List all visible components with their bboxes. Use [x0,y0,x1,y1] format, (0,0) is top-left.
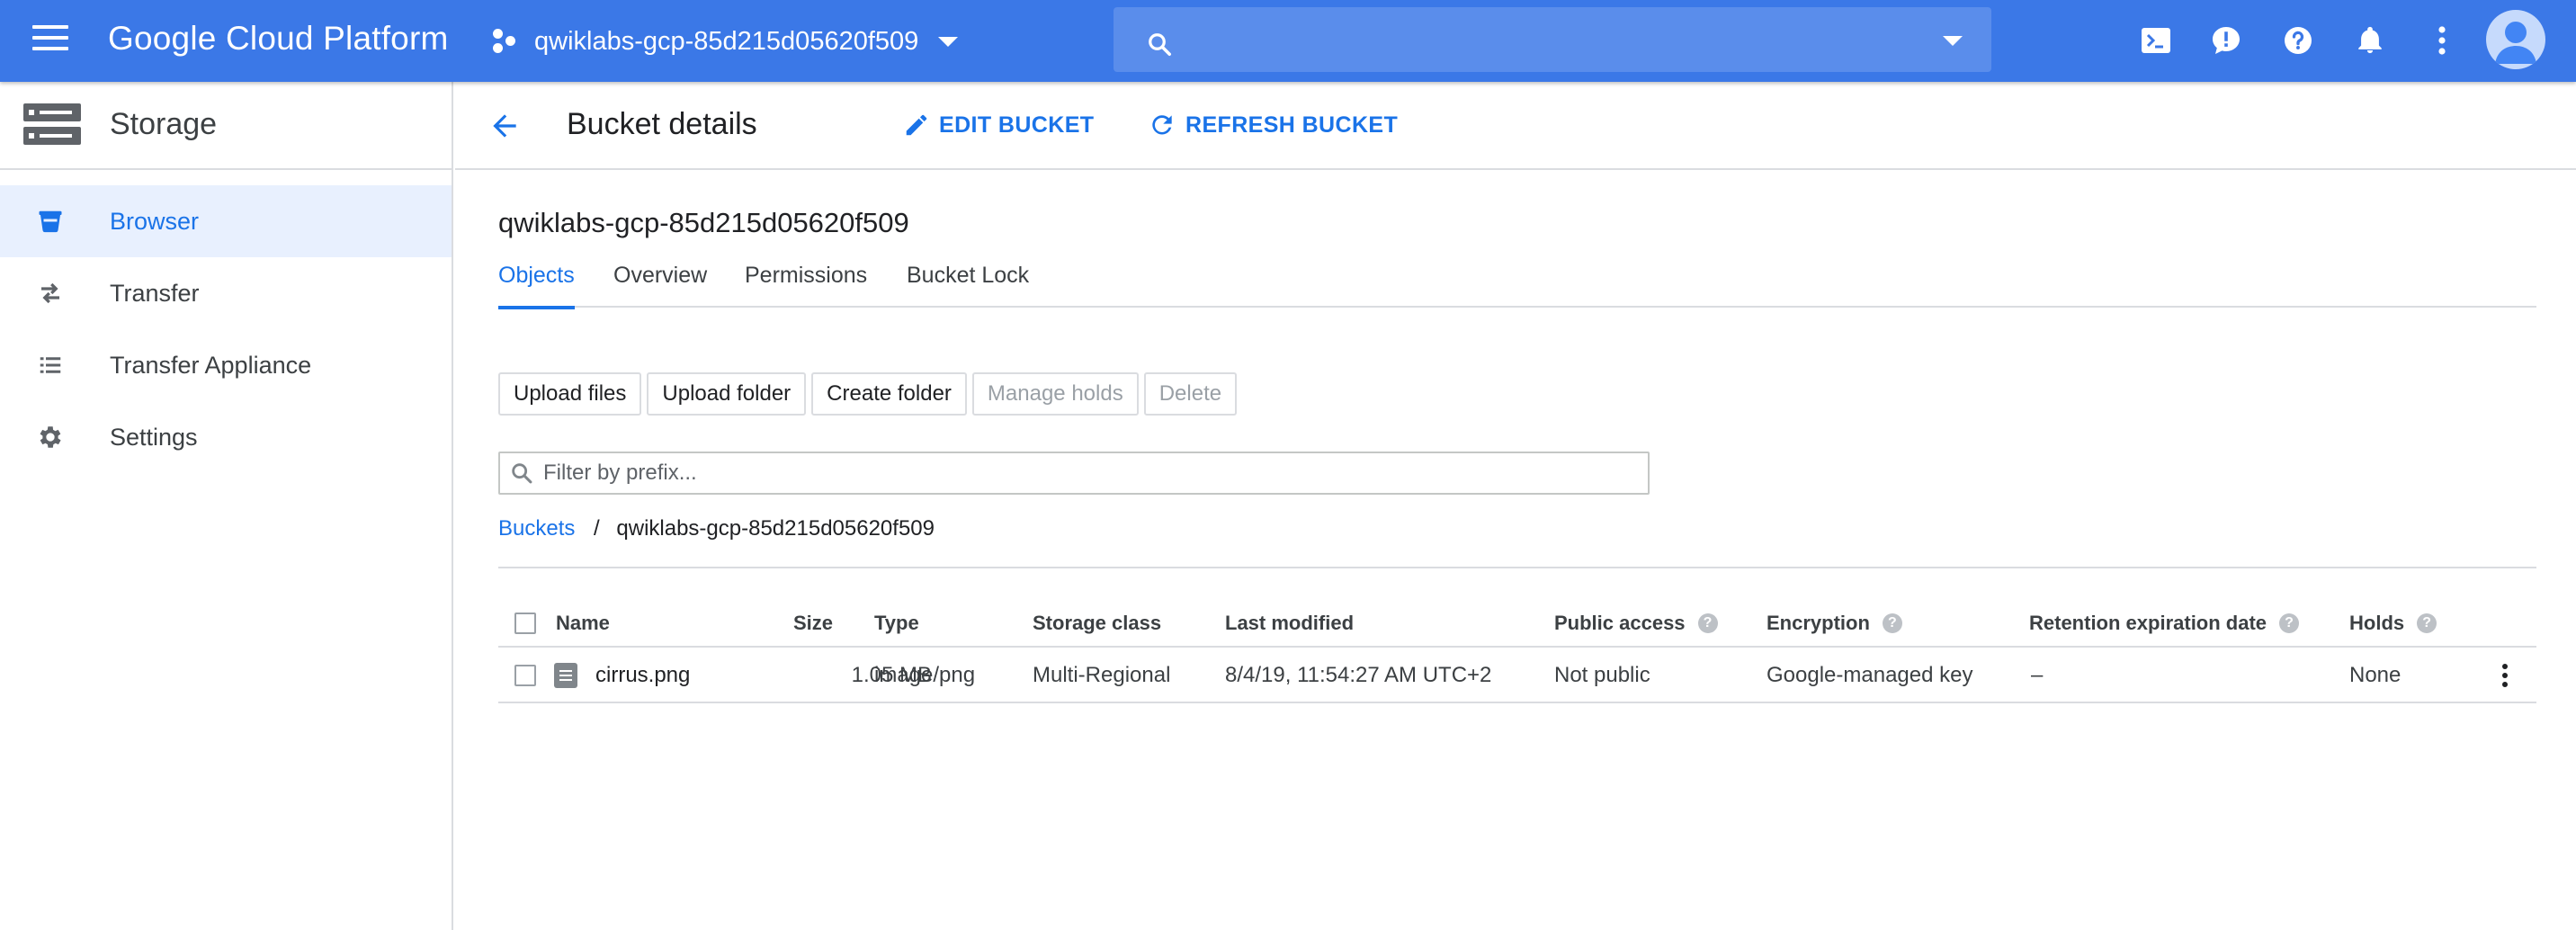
sidebar-item-label: Browser [110,207,200,235]
refresh-bucket-label: REFRESH BUCKET [1185,112,1399,138]
project-icon [493,28,520,55]
bucket-icon [0,208,110,235]
object-public-access: Not public [1554,663,1650,687]
col-encryption: Encryption ? [1767,601,1902,646]
help-icon[interactable]: ? [1882,613,1902,633]
project-selector[interactable]: qwiklabs-gcp-85d215d05620f509 [493,18,959,65]
create-folder-button[interactable]: Create folder [811,372,967,416]
refresh-bucket-button[interactable]: REFRESH BUCKET [1148,105,1398,145]
gear-icon [0,423,110,452]
refresh-icon [1152,115,1172,135]
manage-holds-button[interactable]: Manage holds [971,372,1139,416]
back-arrow-icon[interactable] [487,109,522,143]
filter-input[interactable] [543,461,1623,486]
upload-files-button[interactable]: Upload files [498,372,642,416]
search-dropdown-icon[interactable] [1943,36,1963,46]
help-icon[interactable]: ? [1697,613,1718,633]
table-row: cirrus.png 1.05 MB image/png Multi-Regio… [498,649,2536,703]
filter-box[interactable] [498,452,1650,495]
notifications-icon[interactable] [2351,22,2389,59]
menu-icon[interactable] [32,25,68,54]
bucket-name: qwiklabs-gcp-85d215d05620f509 [498,207,909,238]
search-icon [1149,33,1171,56]
platform-logo[interactable]: Google Cloud Platform [108,20,449,58]
divider [498,567,2536,568]
breadcrumb: Buckets / qwiklabs-gcp-85d215d05620f509 [498,516,935,541]
object-storage-class: Multi-Regional [1033,663,1171,687]
search-bar[interactable] [1114,7,1991,72]
tab-bucket-lock[interactable]: Bucket Lock [907,263,1029,308]
breadcrumb-buckets-link[interactable]: Buckets [498,516,575,541]
transfer-icon [0,280,110,307]
sidebar-item-label: Transfer [110,279,200,307]
help-icon[interactable]: ? [2279,613,2300,633]
file-icon [554,663,577,688]
sidebar-item-label: Settings [110,423,198,451]
col-name[interactable]: Name [556,601,610,646]
object-actions: Upload files Upload folder Create folder… [498,372,1242,416]
col-holds: Holds ? [2349,601,2437,646]
page-title: Bucket details [567,107,757,141]
help-icon[interactable] [2279,22,2317,59]
col-retention-label: Retention expiration date [2029,612,2267,634]
col-public-access-label: Public access [1554,612,1686,634]
cloud-shell-icon[interactable] [2137,22,2175,59]
sidebar-item-transfer-appliance[interactable]: Transfer Appliance [0,329,452,401]
tab-bar: Objects Overview Permissions Bucket Lock [498,261,2536,309]
col-public-access: Public access ? [1554,601,1718,646]
tab-objects[interactable]: Objects [498,263,575,309]
pencil-icon [906,114,927,136]
col-retention: Retention expiration date ? [2029,601,2300,646]
object-last-modified: 8/4/19, 11:54:27 AM UTC+2 [1225,663,1492,687]
object-holds: None [2349,663,2402,687]
feedback-icon[interactable] [2207,22,2245,59]
sidebar-header: Storage [0,82,452,170]
col-storage-class[interactable]: Storage class [1033,601,1161,646]
page-header: Bucket details EDIT BUCKET REFRESH BUCKE… [455,82,2576,170]
edit-bucket-label: EDIT BUCKET [939,112,1095,138]
project-name: qwiklabs-gcp-85d215d05620f509 [534,26,919,56]
tab-overview[interactable]: Overview [613,263,707,308]
object-name-link[interactable]: cirrus.png [595,663,690,688]
sidebar-item-settings[interactable]: Settings [0,401,452,473]
breadcrumb-current: qwiklabs-gcp-85d215d05620f509 [616,516,935,541]
col-size[interactable]: Size [793,601,833,646]
breadcrumb-separator: / [594,516,600,541]
edit-bucket-button[interactable]: EDIT BUCKET [903,105,1094,145]
object-name-cell: cirrus.png [554,649,690,702]
object-type: image/png [874,663,976,687]
tab-permissions[interactable]: Permissions [745,263,867,308]
list-icon [0,352,110,379]
sidebar-item-label: Transfer Appliance [110,351,312,379]
storage-icon [23,103,81,145]
sidebar-item-transfer[interactable]: Transfer [0,257,452,329]
sidebar: Storage Browser Transfer Transfer Applia… [0,82,453,930]
table-header: Name Size Type Storage class Last modifi… [498,601,2536,648]
row-checkbox[interactable] [514,665,536,686]
chevron-down-icon [938,36,959,47]
col-type[interactable]: Type [874,601,919,646]
account-icon[interactable] [2486,10,2545,69]
help-icon[interactable]: ? [2417,613,2437,633]
upload-folder-button[interactable]: Upload folder [647,372,807,416]
more-vert-icon[interactable] [2423,22,2461,59]
object-retention: – [2031,663,2044,687]
col-holds-label: Holds [2349,612,2405,634]
object-encryption: Google-managed key [1767,663,1973,687]
search-icon [500,461,543,486]
row-more-vert-icon[interactable] [2491,657,2518,693]
col-last-modified[interactable]: Last modified [1225,601,1354,646]
select-all-checkbox[interactable] [514,613,536,634]
sidebar-item-browser[interactable]: Browser [0,185,452,257]
product-title: Storage [110,107,218,141]
top-bar: Google Cloud Platform qwiklabs-gcp-85d21… [0,0,2576,82]
delete-button[interactable]: Delete [1143,372,1238,416]
col-encryption-label: Encryption [1767,612,1870,634]
